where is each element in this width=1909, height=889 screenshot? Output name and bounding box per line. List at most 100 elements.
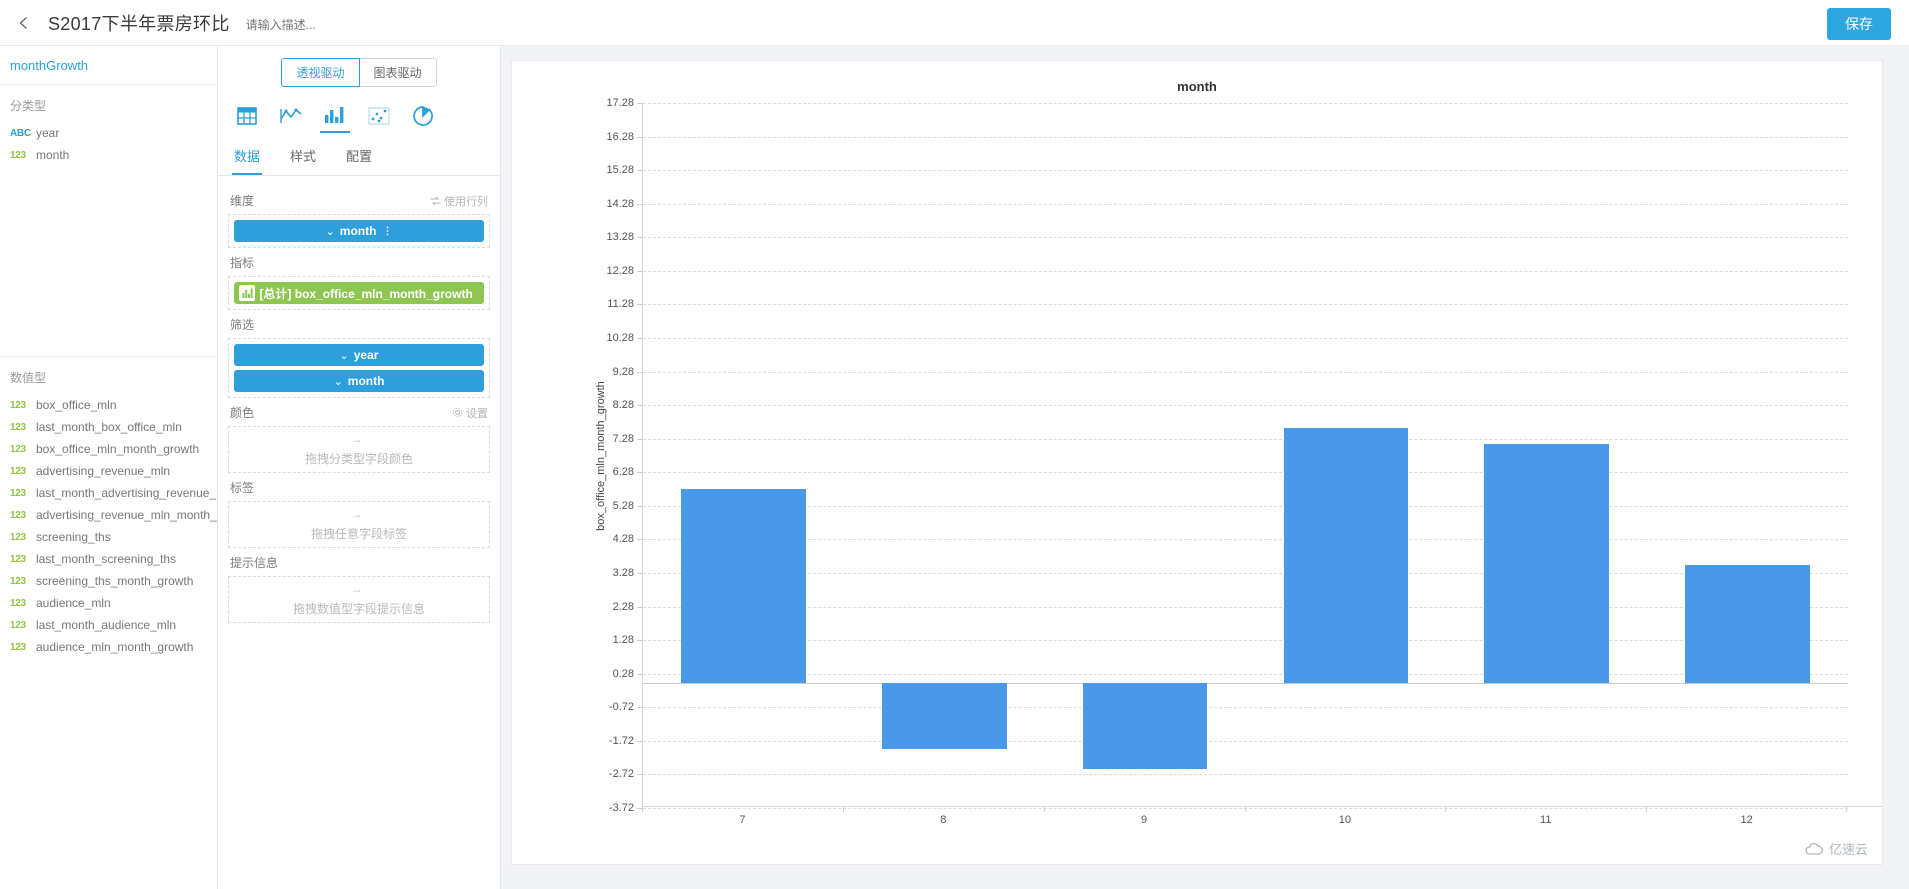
dimension-section: 分类型 ABC year 123 month [0, 85, 217, 166]
list-item[interactable]: 123 last_month_box_office_mln [0, 416, 217, 438]
list-item[interactable]: 123 box_office_mln [0, 394, 217, 416]
list-item[interactable]: 123 audience_mln [0, 592, 217, 614]
field-type-icon: 123 [10, 487, 26, 499]
gear-icon [452, 407, 463, 418]
chevron-down-icon: ⌄ [333, 375, 343, 388]
scatter-chart-icon[interactable] [364, 103, 394, 133]
tooltip-dropzone[interactable]: → 拖拽数值型字段提示信息 [228, 576, 490, 623]
drag-arrow-icon: → [350, 582, 363, 596]
field-type-icon: ABC [10, 127, 31, 139]
save-button[interactable]: 保存 [1827, 8, 1891, 40]
dimension-group-label: 分类型 [10, 99, 47, 113]
table-icon[interactable] [232, 103, 262, 133]
x-axis-tick-label: 12 [1740, 814, 1753, 826]
pill-measure-box-office-growth[interactable]: ⌄ [总计] box_office_mln_month_growth [234, 282, 484, 304]
y-axis-tick-label: 14.28 [606, 197, 634, 210]
filter-dropzone[interactable]: ⌄ year ⌄ month [228, 338, 490, 398]
bar[interactable] [1484, 444, 1609, 684]
pie-chart-icon[interactable] [408, 103, 438, 133]
tooltip-shelf-header: 提示信息 [230, 554, 488, 571]
x-axis-tick-label: 11 [1540, 814, 1552, 826]
color-dropzone[interactable]: → 拖拽分类型字段颜色 [228, 426, 490, 473]
line-chart-icon[interactable] [276, 103, 306, 133]
y-axis-tick-label: 2.28 [612, 600, 634, 613]
bar[interactable] [1283, 427, 1409, 684]
list-item[interactable]: 123 last_month_audience_mln [0, 614, 217, 636]
y-axis-tick-label: -1.72 [608, 734, 634, 747]
chart-title: month [1177, 79, 1217, 94]
y-axis-tick-label: 1.28 [612, 634, 634, 647]
bar[interactable] [681, 489, 806, 684]
back-button[interactable] [10, 9, 38, 37]
pill-label: month [347, 374, 385, 388]
bar[interactable] [881, 683, 1007, 749]
x-axis-tick-label: 8 [940, 814, 947, 826]
list-item[interactable]: 123 box_office_mln_month_growth [0, 438, 217, 460]
measure-section: 数值型 123 box_office_mln 123 last_month_bo… [0, 357, 217, 889]
pill-filter-year[interactable]: ⌄ year [234, 344, 484, 366]
label-dropzone[interactable]: → 拖拽任意字段标签 [228, 501, 490, 548]
list-item[interactable]: 123 advertising_revenue_mln [0, 460, 217, 482]
field-name: last_month_advertising_revenue_mln [36, 486, 217, 500]
color-shelf-label: 颜色 [230, 406, 255, 420]
x-axis-tick [1244, 807, 1246, 812]
dataset-name[interactable]: monthGrowth [0, 46, 217, 85]
cloud-icon [1805, 842, 1823, 855]
page-title: S2017下半年票房环比 [48, 13, 230, 34]
x-axis-tick-label: 7 [739, 814, 746, 826]
chart-area: month box_office_mln_month_growth 17.28 1… [501, 46, 1909, 889]
field-name: advertising_revenue_mln [36, 464, 171, 478]
y-axis-tick-label: 15.28 [606, 164, 634, 177]
field-name: box_office_mln_month_growth [36, 442, 200, 456]
description-input[interactable] [245, 17, 436, 32]
field-type-icon: 123 [10, 465, 26, 477]
field-type-icon: 123 [10, 399, 26, 411]
config-panel: 透视驱动 图表驱动 数据 样式 配置 维度 使用行列 ⌄ month ⋮ 指标 … [218, 46, 501, 889]
pill-label: year [353, 348, 379, 362]
pill-dimension-month[interactable]: ⌄ month ⋮ [234, 220, 484, 242]
tab-config[interactable]: 配置 [344, 139, 374, 175]
measure-dropzone[interactable]: ⌄ [总计] box_office_mln_month_growth [228, 276, 490, 310]
bar[interactable] [1082, 683, 1208, 769]
list-item[interactable]: 123 month [0, 144, 217, 166]
field-type-icon: 123 [10, 597, 26, 609]
list-item[interactable]: 123 screening_ths_month_growth [0, 570, 217, 592]
y-axis-tick-label: 16.28 [606, 130, 634, 143]
y-axis-tick-label: 8.28 [612, 399, 634, 412]
y-axis-tick-label: -2.72 [608, 768, 634, 781]
field-name: advertising_revenue_mln_month_growth [36, 508, 217, 522]
x-axis-tick-label: 10 [1338, 814, 1352, 826]
swap-rows-columns-icon [430, 196, 441, 205]
list-item[interactable]: 123 screening_ths [0, 526, 217, 548]
sort-icon[interactable]: ⋮ [382, 226, 392, 237]
x-axis-tick [842, 807, 844, 812]
filter-shelf-header: 筛选 [230, 316, 488, 333]
tab-chart-driven[interactable]: 图表驱动 [359, 58, 437, 87]
field-type-icon: 123 [10, 553, 26, 565]
color-settings-button[interactable]: 设置 [452, 405, 488, 421]
chevron-left-icon [19, 16, 27, 29]
list-item[interactable]: 123 last_month_advertising_revenue_mln [0, 482, 217, 504]
chart-card: month box_office_mln_month_growth 17.28 1… [511, 60, 1883, 865]
y-axis-tick-label: -3.72 [608, 802, 634, 814]
list-item[interactable]: 123 advertising_revenue_mln_month_growth [0, 504, 217, 526]
tab-data[interactable]: 数据 [232, 139, 263, 175]
tab-pivot-driven[interactable]: 透视驱动 [281, 58, 360, 87]
field-type-icon: 123 [10, 149, 26, 161]
list-item[interactable]: ABC year [0, 122, 217, 144]
field-name: last_month_box_office_mln [36, 420, 182, 434]
label-shelf-label: 标签 [230, 481, 255, 495]
pill-filter-month[interactable]: ⌄ month [234, 370, 484, 392]
bar-series [643, 103, 1848, 808]
list-item[interactable]: 123 audience_mln_month_growth [0, 636, 217, 658]
bar-measure-icon [239, 285, 255, 301]
shelf-container: 维度 使用行列 ⌄ month ⋮ 指标 [总计] box_office_mln… [218, 176, 500, 623]
measure-shelf-header: 指标 [230, 254, 488, 271]
list-item[interactable]: 123 last_month_screening_ths [0, 548, 217, 570]
use-rows-columns-button[interactable]: 使用行列 [430, 193, 488, 209]
field-type-icon: 123 [10, 531, 26, 543]
bar[interactable] [1685, 564, 1810, 684]
tab-style[interactable]: 样式 [288, 139, 318, 175]
dimension-dropzone[interactable]: ⌄ month ⋮ [228, 214, 490, 248]
bar-chart-icon[interactable] [320, 103, 350, 133]
